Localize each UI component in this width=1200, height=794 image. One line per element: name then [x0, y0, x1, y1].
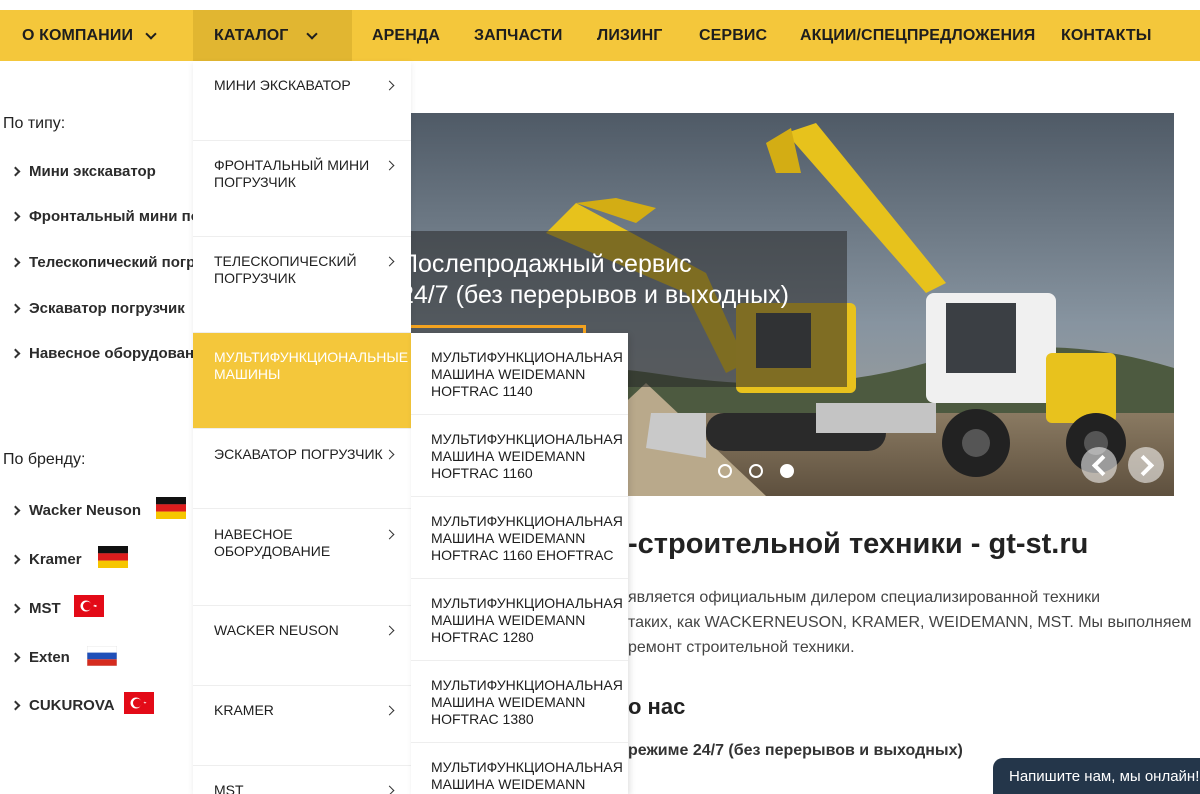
submenu-item[interactable]: Мультифункциональная машина Weidemann Ho… [411, 333, 628, 415]
chevron-down-icon [306, 28, 318, 40]
catalog-item-attachments[interactable]: Навесное оборудование [193, 509, 411, 606]
slider-dot-3[interactable] [780, 464, 794, 478]
filter-label: Kramer [29, 551, 82, 568]
catalog-item-front-loader[interactable]: Фронтальный мини погрузчик [193, 141, 411, 237]
nav-item-parts[interactable]: ЗАПЧАСТИ [474, 10, 563, 61]
submenu-item-label: Мультифункциональная машина Weidemann Ho… [431, 513, 623, 563]
catalog-item-telescopic-loader[interactable]: Телескопический погрузчик [193, 237, 411, 333]
submenu-item-label: Мультифункциональная машина Weidemann Ho… [431, 677, 623, 727]
submenu-item-label: Мультифункциональная машина Weidemann [431, 759, 623, 792]
catalog-item-mini-excavator[interactable]: Мини экскаватор [193, 61, 411, 141]
chevron-down-icon [145, 28, 157, 40]
main-navigation: О КОМПАНИИ КАТАЛОГ АРЕНДА ЗАПЧАСТИ ЛИЗИН… [0, 10, 1200, 61]
catalog-item-label: Мини экскаватор [214, 77, 351, 93]
page-heading: -строительной техники - gt-st.ru [628, 528, 1089, 560]
filter-label: Навесное оборудование [29, 345, 212, 362]
submenu-item[interactable]: Мультифункциональная машина Weidemann Ho… [411, 579, 628, 661]
filter-label: Wacker Neuson [29, 502, 141, 519]
submenu-item[interactable]: Мультифункциональная машина Weidemann Ho… [411, 661, 628, 743]
section-heading: о нас [628, 694, 686, 719]
chevron-right-icon [10, 505, 21, 516]
catalog-item-label: MST [214, 782, 244, 794]
submenu-item[interactable]: Мультифункциональная машина Weidemann Ho… [411, 415, 628, 497]
chevron-right-icon [10, 166, 21, 177]
filter-label: Мини экскаватор [29, 163, 156, 180]
chat-widget-button[interactable]: Напишите нам, мы онлайн! [993, 758, 1200, 794]
submenu-item-label: Мультифункциональная машина Weidemann Ho… [431, 349, 623, 399]
intro-text-line: является официальным дилером специализир… [628, 589, 1101, 606]
multifunctional-submenu: Мультифункциональная машина Weidemann Ho… [411, 333, 628, 794]
catalog-item-backhoe-loader[interactable]: Эскаватор погрузчик [193, 429, 411, 509]
filter-label: MST [29, 600, 61, 617]
nav-item-label: О КОМПАНИИ [22, 27, 134, 44]
turkey-flag-icon [74, 595, 104, 617]
chevron-right-icon [10, 554, 21, 565]
chevron-right-icon [10, 211, 21, 222]
nav-item-label: КАТАЛОГ [214, 27, 289, 44]
catalog-item-kramer[interactable]: Kramer [193, 686, 411, 766]
catalog-item-label: Навесное оборудование [214, 526, 331, 559]
filter-by-brand-heading: По бренду: [3, 451, 86, 468]
submenu-item-label: Мультифункциональная машина Weidemann Ho… [431, 595, 623, 645]
nav-item-rent[interactable]: АРЕНДА [372, 10, 440, 61]
hero-title-line: 24/7 (без перерывов и выходных) [400, 281, 789, 309]
chevron-right-icon [384, 785, 395, 794]
hero-title-line: Послепродажный сервис [400, 250, 692, 278]
chevron-right-icon [384, 705, 395, 716]
slider-next-arrow-icon[interactable] [1128, 447, 1164, 483]
chevron-right-icon [384, 449, 395, 460]
chevron-right-icon [384, 80, 395, 91]
catalog-item-label: Телескопический погрузчик [214, 253, 357, 286]
catalog-item-label: Kramer [214, 702, 274, 718]
submenu-item-label: Мультифункциональная машина Weidemann Ho… [431, 431, 623, 481]
germany-flag-icon [156, 497, 186, 519]
catalog-dropdown: Мини экскаватор Фронтальный мини погрузч… [193, 61, 411, 794]
nav-item-promotions[interactable]: АКЦИИ/СПЕЦПРЕДЛОЖЕНИЯ [800, 10, 1035, 61]
turkey-flag-icon [124, 692, 154, 714]
chevron-right-icon [384, 256, 395, 267]
catalog-item-label: Эскаватор погрузчик [214, 446, 383, 462]
filter-by-type-heading: По типу: [3, 115, 66, 132]
filter-label: CUKUROVA [29, 697, 115, 714]
slider-dot-2[interactable] [749, 464, 763, 478]
nav-item-leasing[interactable]: ЛИЗИНГ [597, 10, 662, 61]
catalog-item-wacker-neuson[interactable]: Wacker Neuson [193, 606, 411, 686]
chevron-right-icon [10, 700, 21, 711]
chevron-right-icon [384, 529, 395, 540]
catalog-item-label: Фронтальный мини погрузчик [214, 157, 370, 190]
catalog-item-multifunctional[interactable]: Мультифункциональные машины [193, 333, 411, 429]
nav-item-contacts[interactable]: КОНТАКТЫ [1061, 10, 1152, 61]
chevron-right-icon [10, 303, 21, 314]
nav-item-service[interactable]: СЕРВИС [699, 10, 767, 61]
hero-title: Послепродажный сервис 24/7 (без перерыво… [400, 249, 789, 311]
service-hours-text: режиме 24/7 (без перерывов и выходных) [628, 742, 963, 759]
chevron-right-icon [10, 348, 21, 359]
chevron-right-icon [10, 603, 21, 614]
catalog-item-label: Мультифункциональные машины [214, 349, 409, 382]
germany-flag-icon [98, 546, 128, 568]
chevron-right-icon [10, 652, 21, 663]
filter-label: Эскаватор погрузчик [29, 300, 185, 317]
submenu-item[interactable]: Мультифункциональная машина Weidemann Ho… [411, 497, 628, 579]
nav-item-about[interactable]: О КОМПАНИИ [0, 10, 193, 61]
russia-flag-icon [87, 646, 117, 666]
filter-label: Exten [29, 649, 70, 666]
intro-text-line: ремонт строительной техники. [628, 639, 855, 656]
catalog-item-label: Wacker Neuson [214, 622, 339, 638]
slider-prev-arrow-icon[interactable] [1081, 447, 1117, 483]
catalog-item-mst[interactable]: MST [193, 766, 411, 794]
chat-widget-label: Напишите нам, мы онлайн! [1009, 768, 1200, 785]
slider-dot-1[interactable] [718, 464, 732, 478]
chevron-right-icon [10, 257, 21, 268]
chevron-right-icon [384, 625, 395, 636]
intro-text-line: таких, как WACKERNEUSON, KRAMER, WEIDEMA… [628, 614, 1192, 631]
nav-item-catalog[interactable]: КАТАЛОГ [193, 10, 352, 61]
chevron-right-icon [384, 160, 395, 171]
submenu-item[interactable]: Мультифункциональная машина Weidemann [411, 743, 628, 794]
